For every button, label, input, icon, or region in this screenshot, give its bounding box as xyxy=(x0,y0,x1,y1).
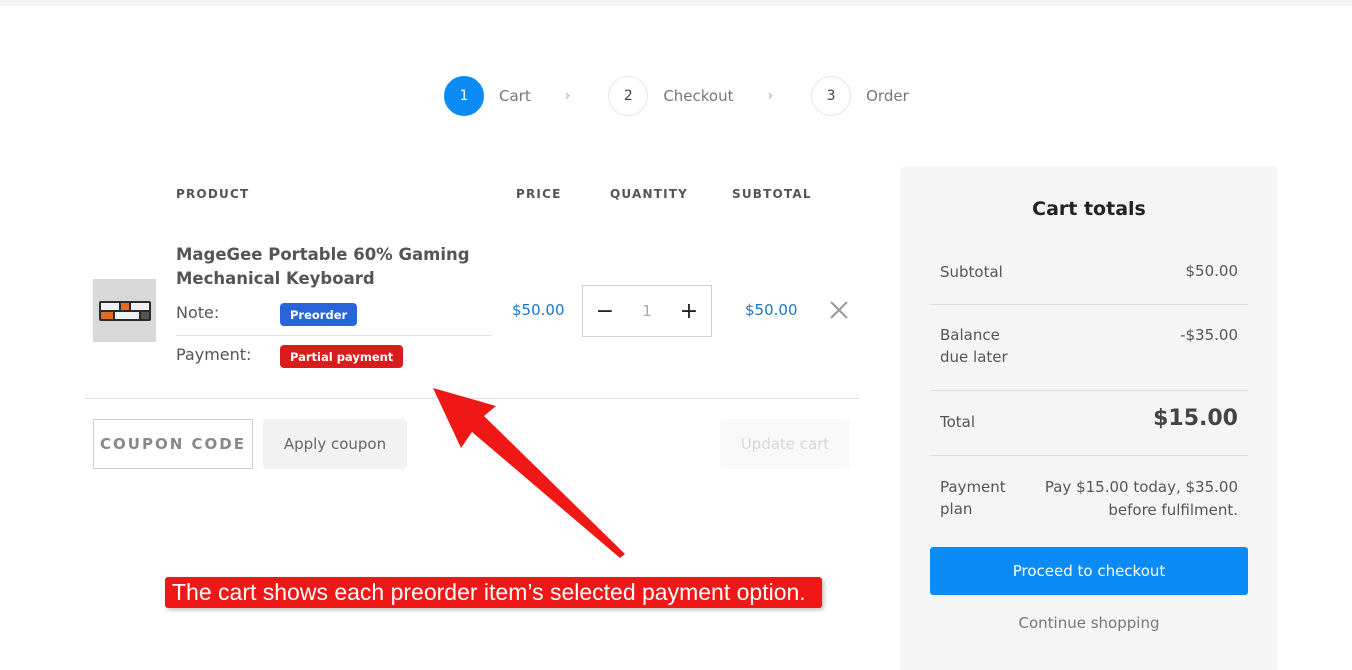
item-price: $50.00 xyxy=(512,301,565,319)
keyboard-image xyxy=(98,300,151,321)
annotation-arrow-icon xyxy=(433,388,625,558)
total-label: Total xyxy=(940,413,976,431)
step-separator-icon: › xyxy=(767,88,774,104)
header-subtotal: SUBTOTAL xyxy=(732,187,812,201)
totals-divider xyxy=(930,304,1248,305)
step-label: Checkout xyxy=(663,87,734,105)
quantity-value[interactable]: 1 xyxy=(627,302,667,320)
note-label: Note: xyxy=(176,303,220,322)
step-number: 3 xyxy=(811,76,852,116)
checkout-steps: 1 Cart › 2 Checkout › 3 Order xyxy=(444,76,909,116)
balance-due-label: Balance due later xyxy=(940,326,1008,366)
meta-divider xyxy=(176,335,492,336)
step-number: 1 xyxy=(444,76,484,116)
product-thumbnail[interactable] xyxy=(93,279,156,342)
annotation-callout: The cart shows each preorder item’s sele… xyxy=(165,577,822,608)
total-value: $15.00 xyxy=(1153,406,1238,431)
step-checkout[interactable]: 2 Checkout xyxy=(608,76,734,116)
step-label: Cart xyxy=(499,87,531,105)
apply-coupon-button[interactable]: Apply coupon xyxy=(263,419,407,469)
partial-payment-badge: Partial payment xyxy=(280,345,404,368)
totals-divider xyxy=(930,455,1248,456)
subtotal-value: $50.00 xyxy=(1185,262,1239,280)
header-price: PRICE xyxy=(516,187,562,201)
product-name-link[interactable]: MageGee Portable 60% Gaming Mechanical K… xyxy=(176,243,476,291)
step-number: 2 xyxy=(608,76,649,116)
continue-shopping-link[interactable]: Continue shopping xyxy=(930,614,1248,632)
payment-plan-value: Pay $15.00 today, $35.00 before fulfilme… xyxy=(1044,478,1238,519)
header-product: PRODUCT xyxy=(176,187,250,201)
header-quantity: QUANTITY xyxy=(610,187,689,201)
proceed-to-checkout-button[interactable]: Proceed to checkout xyxy=(930,547,1248,595)
step-cart[interactable]: 1 Cart xyxy=(444,76,531,116)
totals-divider xyxy=(930,390,1248,391)
balance-due-value: -$35.00 xyxy=(1180,326,1238,344)
update-cart-button[interactable]: Update cart xyxy=(720,419,850,469)
payment-plan-label: Payment plan xyxy=(940,478,1006,518)
cart-totals-title: Cart totals xyxy=(1032,198,1146,220)
step-order[interactable]: 3 Order xyxy=(811,76,909,116)
preorder-badge: Preorder xyxy=(280,303,358,326)
subtotal-label: Subtotal xyxy=(940,263,1003,281)
top-bar xyxy=(0,0,1352,6)
quantity-stepper: − 1 + xyxy=(582,285,712,337)
payment-label: Payment: xyxy=(176,345,252,364)
remove-item-icon[interactable] xyxy=(826,297,852,323)
plus-button[interactable]: + xyxy=(667,286,711,336)
item-subtotal: $50.00 xyxy=(745,301,798,319)
minus-button[interactable]: − xyxy=(583,286,627,336)
step-label: Order xyxy=(866,87,909,105)
step-separator-icon: › xyxy=(564,88,571,104)
coupon-code-input[interactable] xyxy=(93,419,253,469)
